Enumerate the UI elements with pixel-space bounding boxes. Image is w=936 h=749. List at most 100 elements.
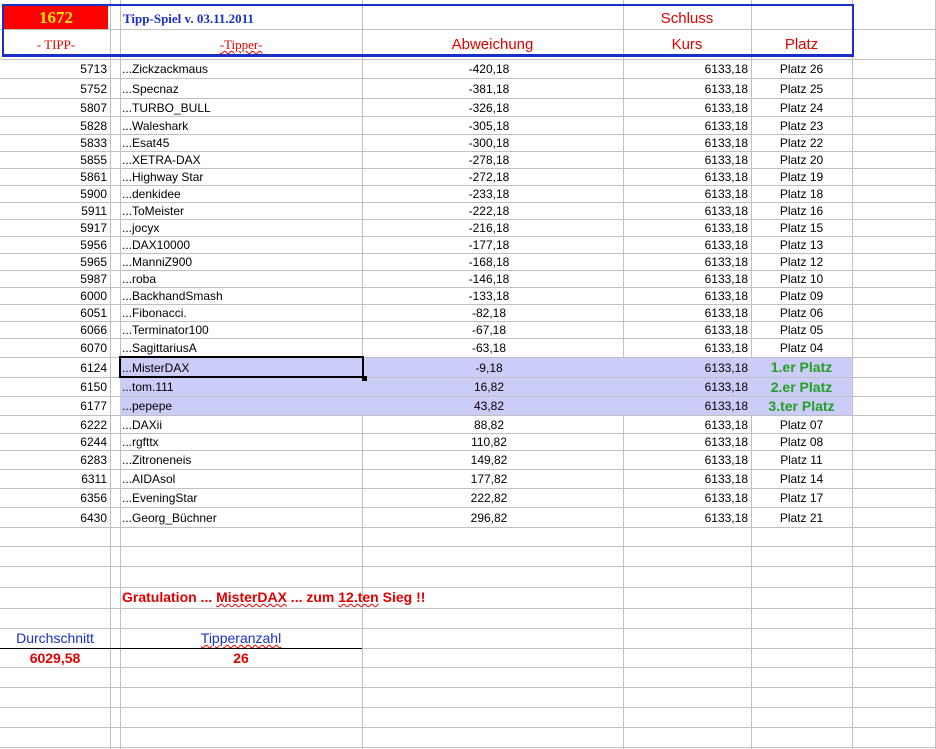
tipp-value[interactable]: 6222 [0, 419, 107, 431]
kurs-value[interactable]: 6133,18 [623, 256, 748, 268]
platz-value[interactable]: Platz 05 [751, 324, 852, 336]
platz-value[interactable]: Platz 14 [751, 473, 852, 485]
platz-value[interactable]: Platz 20 [751, 154, 852, 166]
selected-cell[interactable] [119, 356, 367, 381]
abweichung-value[interactable]: 222,82 [362, 492, 616, 504]
platz-value[interactable]: Platz 13 [751, 239, 852, 251]
tipper-name[interactable]: ...EveningStar [122, 492, 197, 504]
tipp-value[interactable]: 5752 [0, 83, 107, 95]
abweichung-value[interactable]: -278,18 [362, 154, 616, 166]
kurs-value[interactable]: 6133,18 [623, 154, 748, 166]
abweichung-value[interactable]: -305,18 [362, 120, 616, 132]
tipp-value[interactable]: 5828 [0, 120, 107, 132]
tipp-value[interactable]: 6430 [0, 512, 107, 524]
kurs-value[interactable]: 6133,18 [623, 436, 748, 448]
tipp-value[interactable]: 5956 [0, 239, 107, 251]
kurs-value[interactable]: 6133,18 [623, 290, 748, 302]
tipper-name[interactable]: ...ManniZ900 [122, 256, 192, 268]
tipper-name[interactable]: ...Esat45 [122, 137, 169, 149]
platz-value[interactable]: 3.ter Platz [751, 399, 852, 413]
tipp-value[interactable]: 6000 [0, 290, 107, 302]
kurs-value[interactable]: 6133,18 [623, 454, 748, 466]
kurs-value[interactable]: 6133,18 [623, 239, 748, 251]
platz-value[interactable]: Platz 22 [751, 137, 852, 149]
platz-value[interactable]: Platz 12 [751, 256, 852, 268]
abweichung-value[interactable]: -216,18 [362, 222, 616, 234]
tipp-value[interactable]: 6051 [0, 307, 107, 319]
tipp-value[interactable]: 5965 [0, 256, 107, 268]
platz-value[interactable]: Platz 21 [751, 512, 852, 524]
kurs-value[interactable]: 6133,18 [623, 120, 748, 132]
tipp-value[interactable]: 5833 [0, 137, 107, 149]
platz-value[interactable]: Platz 15 [751, 222, 852, 234]
kurs-value[interactable]: 6133,18 [623, 137, 748, 149]
platz-value[interactable]: Platz 04 [751, 342, 852, 354]
tipp-value[interactable]: 6283 [0, 454, 107, 466]
platz-value[interactable]: Platz 26 [751, 63, 852, 75]
tipper-name[interactable]: ...BackhandSmash [122, 290, 223, 302]
platz-value[interactable]: 1.er Platz [751, 360, 852, 374]
kurs-value[interactable]: 6133,18 [623, 273, 748, 285]
abweichung-value[interactable]: -133,18 [362, 290, 616, 302]
abweichung-value[interactable]: -272,18 [362, 171, 616, 183]
tipp-value[interactable]: 6177 [0, 400, 107, 412]
kurs-value[interactable]: 6133,18 [623, 83, 748, 95]
tipper-name[interactable]: ...AIDAsol [122, 473, 175, 485]
tipper-name[interactable]: ...jocyx [122, 222, 159, 234]
kurs-value[interactable]: 6133,18 [623, 63, 748, 75]
tipper-name[interactable]: ...roba [122, 273, 156, 285]
abweichung-value[interactable]: 296,82 [362, 512, 616, 524]
tipp-value[interactable]: 5900 [0, 188, 107, 200]
kurs-value[interactable]: 6133,18 [623, 512, 748, 524]
tipper-name[interactable]: ...XETRA-DAX [122, 154, 201, 166]
tipper-name[interactable]: ...Georg_Büchner [122, 512, 217, 524]
abweichung-value[interactable]: 110,82 [362, 436, 616, 448]
platz-value[interactable]: Platz 06 [751, 307, 852, 319]
platz-value[interactable]: Platz 24 [751, 102, 852, 114]
abweichung-value[interactable]: -233,18 [362, 188, 616, 200]
kurs-value[interactable]: 6133,18 [623, 419, 748, 431]
tipper-name[interactable]: ...SagittariusA [122, 342, 197, 354]
platz-value[interactable]: Platz 10 [751, 273, 852, 285]
kurs-value[interactable]: 6133,18 [623, 307, 748, 319]
platz-value[interactable]: 2.er Platz [751, 380, 852, 394]
tipp-value[interactable]: 6070 [0, 342, 107, 354]
kurs-value[interactable]: 6133,18 [623, 342, 748, 354]
abweichung-value[interactable]: -177,18 [362, 239, 616, 251]
tipper-name[interactable]: ...ToMeister [122, 205, 184, 217]
kurs-value[interactable]: 6133,18 [623, 324, 748, 336]
kurs-value[interactable]: 6133,18 [623, 400, 748, 412]
platz-value[interactable]: Platz 16 [751, 205, 852, 217]
kurs-value[interactable]: 6133,18 [623, 102, 748, 114]
tipper-name[interactable]: ...Specnaz [122, 83, 179, 95]
tipper-name[interactable]: ...Fibonacci. [122, 307, 187, 319]
kurs-value[interactable]: 6133,18 [623, 188, 748, 200]
abweichung-value[interactable]: 43,82 [362, 400, 616, 412]
platz-value[interactable]: Platz 18 [751, 188, 852, 200]
kurs-value[interactable]: 6133,18 [623, 492, 748, 504]
platz-value[interactable]: Platz 23 [751, 120, 852, 132]
tipper-name[interactable]: ...DAX10000 [122, 239, 190, 251]
abweichung-value[interactable]: 16,82 [362, 381, 616, 393]
tipp-value[interactable]: 5917 [0, 222, 107, 234]
tipp-value[interactable]: 5713 [0, 63, 107, 75]
tipper-name[interactable]: ...tom.111 [122, 381, 174, 393]
tipp-value[interactable]: 6124 [0, 362, 107, 374]
kurs-value[interactable]: 6133,18 [623, 205, 748, 217]
tipper-name[interactable]: ...DAXii [122, 419, 162, 431]
tipper-name[interactable]: ...Waleshark [122, 120, 188, 132]
tipp-value[interactable]: 6311 [0, 473, 107, 485]
tipp-value[interactable]: 5855 [0, 154, 107, 166]
tipper-name[interactable]: ...Zickzackmaus [122, 63, 208, 75]
abweichung-value[interactable]: -326,18 [362, 102, 616, 114]
kurs-value[interactable]: 6133,18 [623, 222, 748, 234]
abweichung-value[interactable]: -300,18 [362, 137, 616, 149]
kurs-value[interactable]: 6133,18 [623, 171, 748, 183]
tipp-value[interactable]: 5911 [0, 205, 107, 217]
platz-value[interactable]: Platz 11 [751, 454, 852, 466]
tipp-value[interactable]: 6066 [0, 324, 107, 336]
kurs-value[interactable]: 6133,18 [623, 381, 748, 393]
abweichung-value[interactable]: -168,18 [362, 256, 616, 268]
abweichung-value[interactable]: -381,18 [362, 83, 616, 95]
platz-value[interactable]: Platz 19 [751, 171, 852, 183]
